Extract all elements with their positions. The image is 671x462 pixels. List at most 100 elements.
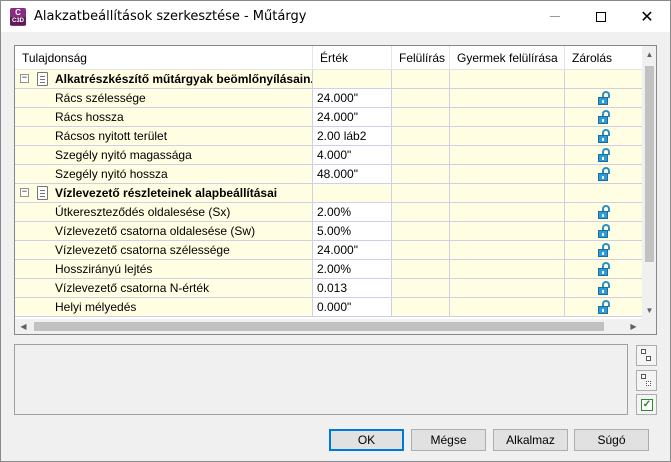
child-override-cell [450,279,565,297]
property-row[interactable]: Vízlevezető csatorna N-érték 0.013 [15,279,642,298]
unlock-icon[interactable] [598,243,610,257]
value-cell[interactable]: 2.00% [313,203,392,221]
scroll-left-icon[interactable]: ◀ [15,319,32,334]
grid-header: Tulajdonság Érték Felülírás Gyermek felü… [15,46,642,70]
property-row[interactable]: Rács hossza 24.000" [15,108,642,127]
override-cell [392,279,450,297]
help-button[interactable]: Súgó [574,429,649,451]
apply-button[interactable]: Alkalmaz [493,429,568,451]
property-group-row[interactable]: − Vízlevezető részleteinek alapbeállítása… [15,184,642,203]
collapse-all-button[interactable] [636,370,657,391]
column-header-property[interactable]: Tulajdonság [15,46,313,70]
column-header-child-override[interactable]: Gyermek felülírása [450,46,565,70]
unlock-icon[interactable] [598,167,610,181]
column-header-value[interactable]: Érték [313,46,392,70]
title-bar[interactable]: C C3D Alakzatbeállítások szerkesztése - … [1,1,670,32]
unlock-icon[interactable] [598,281,610,295]
override-cell [392,108,450,126]
child-override-cell [450,184,565,202]
maximize-button[interactable] [578,1,624,32]
property-group-row[interactable]: − Alkatrészkészítő műtárgyak beömlőnyílás… [15,70,642,89]
minimize-icon [550,16,560,17]
property-row[interactable]: Vízlevezető csatorna oldalesése (Sw) 5.00… [15,222,642,241]
unlock-icon[interactable] [598,224,610,238]
override-cell [392,184,450,202]
ok-button[interactable]: OK [329,429,404,451]
value-cell[interactable]: 5.00% [313,222,392,240]
property-row[interactable]: Vízlevezető csatorna szélessége 24.000" [15,241,642,260]
column-header-lock[interactable]: Zárolás [565,46,642,70]
property-label: Rács hossza [15,108,313,126]
property-row[interactable]: Rács szélessége 24.000" [15,89,642,108]
dialog-window: C C3D Alakzatbeállítások szerkesztése - … [0,0,671,462]
unlock-icon[interactable] [598,110,610,124]
value-cell[interactable]: 24.000" [313,108,392,126]
unlock-icon[interactable] [598,148,610,162]
override-cell [392,241,450,259]
unlock-icon[interactable] [598,300,610,314]
scroll-down-icon[interactable]: ▼ [642,302,656,319]
minimize-button[interactable] [532,1,578,32]
column-header-override[interactable]: Felülírás [392,46,450,70]
maximize-icon [596,11,606,22]
unlock-icon[interactable] [598,205,610,219]
value-cell[interactable]: 2.00% [313,260,392,278]
app-icon-sub: C3D [10,17,26,25]
app-icon-letter: C [15,8,21,17]
override-cell [392,89,450,107]
property-row[interactable]: Szegély nyitó magassága 4.000" [15,146,642,165]
property-row[interactable]: Helyi mélyedés 0.000" [15,298,642,317]
value-cell[interactable]: 0.000" [313,298,392,316]
override-cell [392,70,450,88]
property-label: Szegély nyitó magassága [15,146,313,164]
lock-cell [565,203,642,221]
value-cell[interactable]: 4.000" [313,146,392,164]
value-cell [313,184,392,202]
scroll-right-icon[interactable]: ▶ [625,319,642,334]
close-button[interactable]: ✕ [624,1,670,32]
vertical-scrollbar[interactable]: ▲ ▼ [642,46,656,319]
horizontal-scrollbar[interactable]: ◀ ▶ [15,319,642,334]
unlock-icon[interactable] [598,262,610,276]
child-override-cell [450,203,565,221]
horizontal-scroll-thumb[interactable] [34,322,604,331]
group-label: Vízlevezető részleteinek alapbeállításai [15,184,313,202]
property-row[interactable]: Rácsos nyitott terület 2.00 láb2 [15,127,642,146]
cancel-button[interactable]: Mégse [411,429,486,451]
child-override-cell [450,127,565,145]
scroll-up-icon[interactable]: ▲ [642,46,656,63]
override-cell [392,298,450,316]
toggle-check-button[interactable]: ✓ [636,394,657,415]
value-cell[interactable]: 0.013 [313,279,392,297]
override-cell [392,260,450,278]
lock-cell [565,184,642,202]
unlock-icon[interactable] [598,91,610,105]
close-icon: ✕ [640,6,654,26]
child-override-cell [450,222,565,240]
expand-all-button[interactable] [636,345,657,366]
check-icon: ✓ [641,399,653,411]
vertical-scroll-thumb[interactable] [645,66,654,262]
lock-cell [565,279,642,297]
property-row[interactable]: Szegély nyitó hossza 48.000" [15,165,642,184]
property-label: Hosszirányú lejtés [15,260,313,278]
property-grid: Tulajdonság Érték Felülírás Gyermek felü… [14,45,657,335]
child-override-cell [450,165,565,183]
lock-cell [565,89,642,107]
value-cell[interactable]: 48.000" [313,165,392,183]
lock-cell [565,241,642,259]
value-cell[interactable]: 24.000" [313,89,392,107]
property-label: Rács szélessége [15,89,313,107]
value-cell[interactable]: 24.000" [313,241,392,259]
property-label: Vízlevezető csatorna oldalesése (Sw) [15,222,313,240]
unlock-icon[interactable] [598,129,610,143]
value-cell[interactable]: 2.00 láb2 [313,127,392,145]
lock-cell [565,298,642,316]
lock-cell [565,127,642,145]
lock-cell [565,260,642,278]
property-row[interactable]: Hosszirányú lejtés 2.00% [15,260,642,279]
property-label: Vízlevezető csatorna N-érték [15,279,313,297]
property-row[interactable]: Útkereszteződés oldalesése (Sx) 2.00% [15,203,642,222]
child-override-cell [450,298,565,316]
property-label: Vízlevezető csatorna szélessége [15,241,313,259]
